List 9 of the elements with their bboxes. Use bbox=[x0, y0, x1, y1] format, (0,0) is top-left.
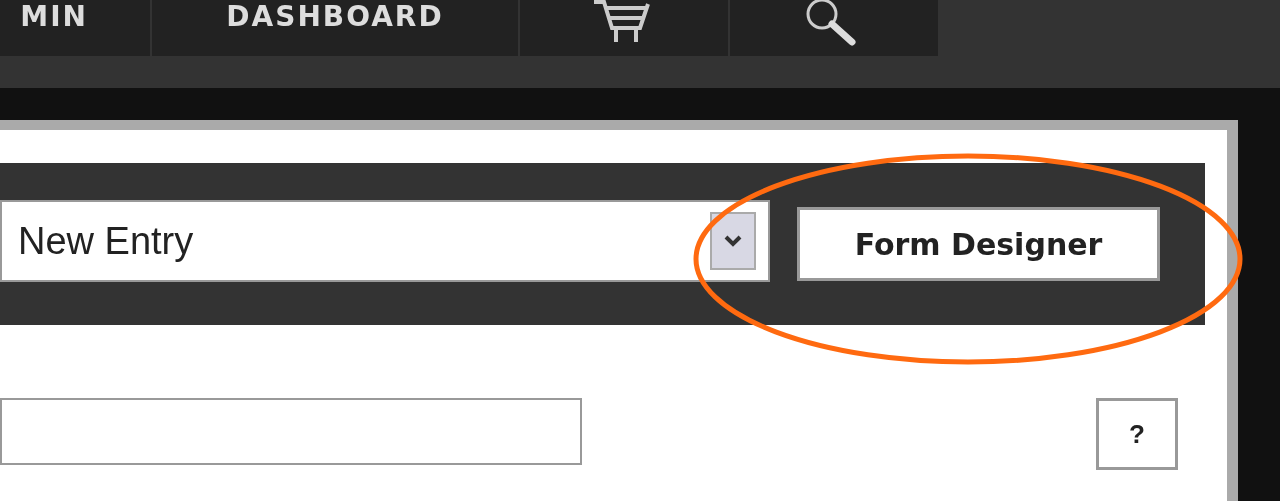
entry-select[interactable]: New Entry bbox=[0, 200, 770, 282]
dropdown-button[interactable] bbox=[710, 212, 756, 270]
nav-link[interactable]: DASHBOARD bbox=[152, 0, 520, 56]
chevron-icon bbox=[723, 234, 743, 248]
form-designer-button[interactable]: Form Designer bbox=[797, 207, 1160, 281]
nav-link[interactable]: MIN bbox=[0, 0, 152, 56]
input-field[interactable] bbox=[0, 398, 582, 465]
select-value: New Entry bbox=[18, 219, 194, 263]
help-button[interactable]: ? bbox=[1096, 398, 1178, 470]
